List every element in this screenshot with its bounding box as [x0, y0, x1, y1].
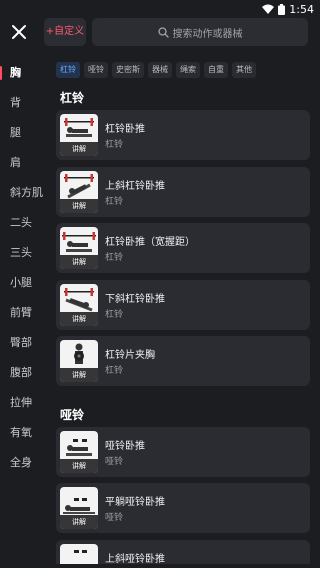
close-button[interactable] — [10, 23, 28, 41]
search-placeholder: 搜索动作或器械 — [172, 28, 243, 40]
section-title-dumbbell: 哑铃 — [60, 407, 85, 422]
filter-chip-dumbbell[interactable]: 哑铃 — [84, 62, 108, 78]
exercise-card[interactable]: 讲解 杠铃卧推 杠铃 — [56, 110, 310, 160]
exercise-name: 平躺哑铃卧推 — [105, 497, 165, 508]
exercise-card[interactable]: 讲解 杠铃卧推（宽握距） 杠铃 — [56, 223, 310, 273]
exercise-card[interactable]: 上斜哑铃卧推 — [56, 539, 310, 564]
sidebar-item-shoulders[interactable]: 肩 — [0, 148, 48, 178]
filter-chip-cable[interactable]: 绳索 — [176, 62, 200, 78]
filter-chip-smith[interactable]: 史密斯 — [112, 62, 144, 78]
sidebar-item-forearms[interactable]: 前臂 — [0, 298, 48, 328]
filter-chip-bodyweight[interactable]: 自重 — [204, 62, 228, 78]
exercise-card[interactable]: 讲解 平躺哑铃卧推 哑铃 — [56, 483, 310, 533]
exercise-thumbnail: 讲解 — [60, 170, 98, 213]
exercise-card[interactable]: 讲解 杠铃片夹胸 杠铃 — [56, 336, 310, 386]
equipment-filter-bar: 杠铃 哑铃 史密斯 器械 绳索 自重 其他 — [56, 62, 256, 78]
exercise-name: 上斜哑铃卧推 — [105, 553, 165, 564]
exercise-equipment: 杠铃 — [105, 366, 124, 376]
incline-dumbbell-press-figure-icon — [74, 549, 87, 553]
custom-exercise-button[interactable]: +自定义 — [44, 18, 86, 46]
filter-chip-barbell[interactable]: 杠铃 — [56, 62, 80, 78]
filter-chip-other[interactable]: 其他 — [232, 62, 256, 78]
battery-icon — [278, 3, 286, 15]
sidebar-item-abs[interactable]: 腹部 — [0, 358, 48, 388]
top-bar: +自定义 搜索动作或器械 — [0, 18, 320, 46]
sidebar-item-stretch[interactable]: 拉伸 — [0, 388, 48, 418]
exercise-equipment: 杠铃 — [105, 253, 124, 263]
status-bar: 1:54 — [0, 0, 320, 18]
exercise-thumbnail: 讲解 — [60, 227, 98, 269]
exercise-thumbnail: 讲解 — [60, 340, 98, 382]
sidebar-item-trapezius[interactable]: 斜方肌 — [0, 178, 48, 208]
exercise-name: 上斜杠铃卧推 — [105, 180, 165, 192]
exercise-card[interactable]: 讲解 哑铃卧推 哑铃 — [56, 426, 310, 477]
exercise-name: 杠铃卧推（宽握距） — [105, 237, 195, 248]
sidebar-item-glutes[interactable]: 臀部 — [0, 328, 48, 358]
sidebar-item-full-body[interactable]: 全身 — [0, 448, 48, 478]
exercise-name: 哑铃卧推 — [105, 440, 145, 452]
exercise-thumbnail: 讲解 — [60, 430, 98, 473]
exercise-name: 下斜杠铃卧推 — [105, 293, 165, 305]
exercise-thumbnail: 讲解 — [60, 487, 98, 529]
search-icon — [157, 26, 169, 38]
tutorial-tag: 讲解 — [60, 142, 98, 156]
sidebar-item-biceps[interactable]: 二头 — [0, 208, 48, 238]
tutorial-tag: 讲解 — [60, 255, 98, 269]
exercise-name: 杠铃卧推 — [105, 124, 145, 135]
sidebar-item-chest[interactable]: 胸 — [0, 58, 48, 88]
exercise-equipment: 杠铃 — [105, 309, 124, 320]
exercise-list: 杠铃 讲解 杠铃卧推 杠铃 讲解 上斜杠铃卧推 杠铃 讲解 杠铃卧推（宽握距） … — [56, 86, 310, 568]
close-icon — [12, 25, 26, 39]
search-input[interactable]: 搜索动作或器械 — [92, 18, 308, 46]
exercise-equipment: 哑铃 — [105, 456, 124, 467]
exercise-equipment: 杠铃 — [105, 140, 124, 150]
wifi-icon — [262, 4, 275, 14]
sidebar-item-triceps[interactable]: 三头 — [0, 238, 48, 268]
status-time: 1:54 — [289, 2, 314, 16]
exercise-equipment: 杠铃 — [105, 196, 124, 207]
exercise-thumbnail: 讲解 — [60, 283, 98, 326]
tutorial-tag: 讲解 — [60, 515, 98, 529]
exercise-card[interactable]: 讲解 上斜杠铃卧推 杠铃 — [56, 166, 310, 217]
exercise-thumbnail: 讲解 — [60, 114, 98, 156]
sidebar-item-cardio[interactable]: 有氧 — [0, 418, 48, 448]
exercise-card[interactable]: 讲解 下斜杠铃卧推 杠铃 — [56, 279, 310, 330]
exercise-thumbnail — [60, 543, 98, 564]
tutorial-tag: 讲解 — [60, 198, 98, 213]
exercise-equipment: 哑铃 — [105, 513, 124, 523]
sidebar-item-calves[interactable]: 小腿 — [0, 268, 48, 298]
tutorial-tag: 讲解 — [60, 458, 98, 473]
muscle-group-sidebar: 胸 背 腿 肩 斜方肌 二头 三头 小腿 前臂 臀部 腹部 拉伸 有氧 全身 — [0, 58, 48, 478]
tutorial-tag: 讲解 — [60, 311, 98, 326]
tutorial-tag: 讲解 — [60, 368, 98, 382]
section-title-barbell: 杠铃 — [60, 91, 85, 105]
filter-chip-machine[interactable]: 器械 — [148, 62, 172, 78]
sidebar-item-back[interactable]: 背 — [0, 88, 48, 118]
sidebar-item-legs[interactable]: 腿 — [0, 118, 48, 148]
exercise-name: 杠铃片夹胸 — [105, 350, 155, 361]
